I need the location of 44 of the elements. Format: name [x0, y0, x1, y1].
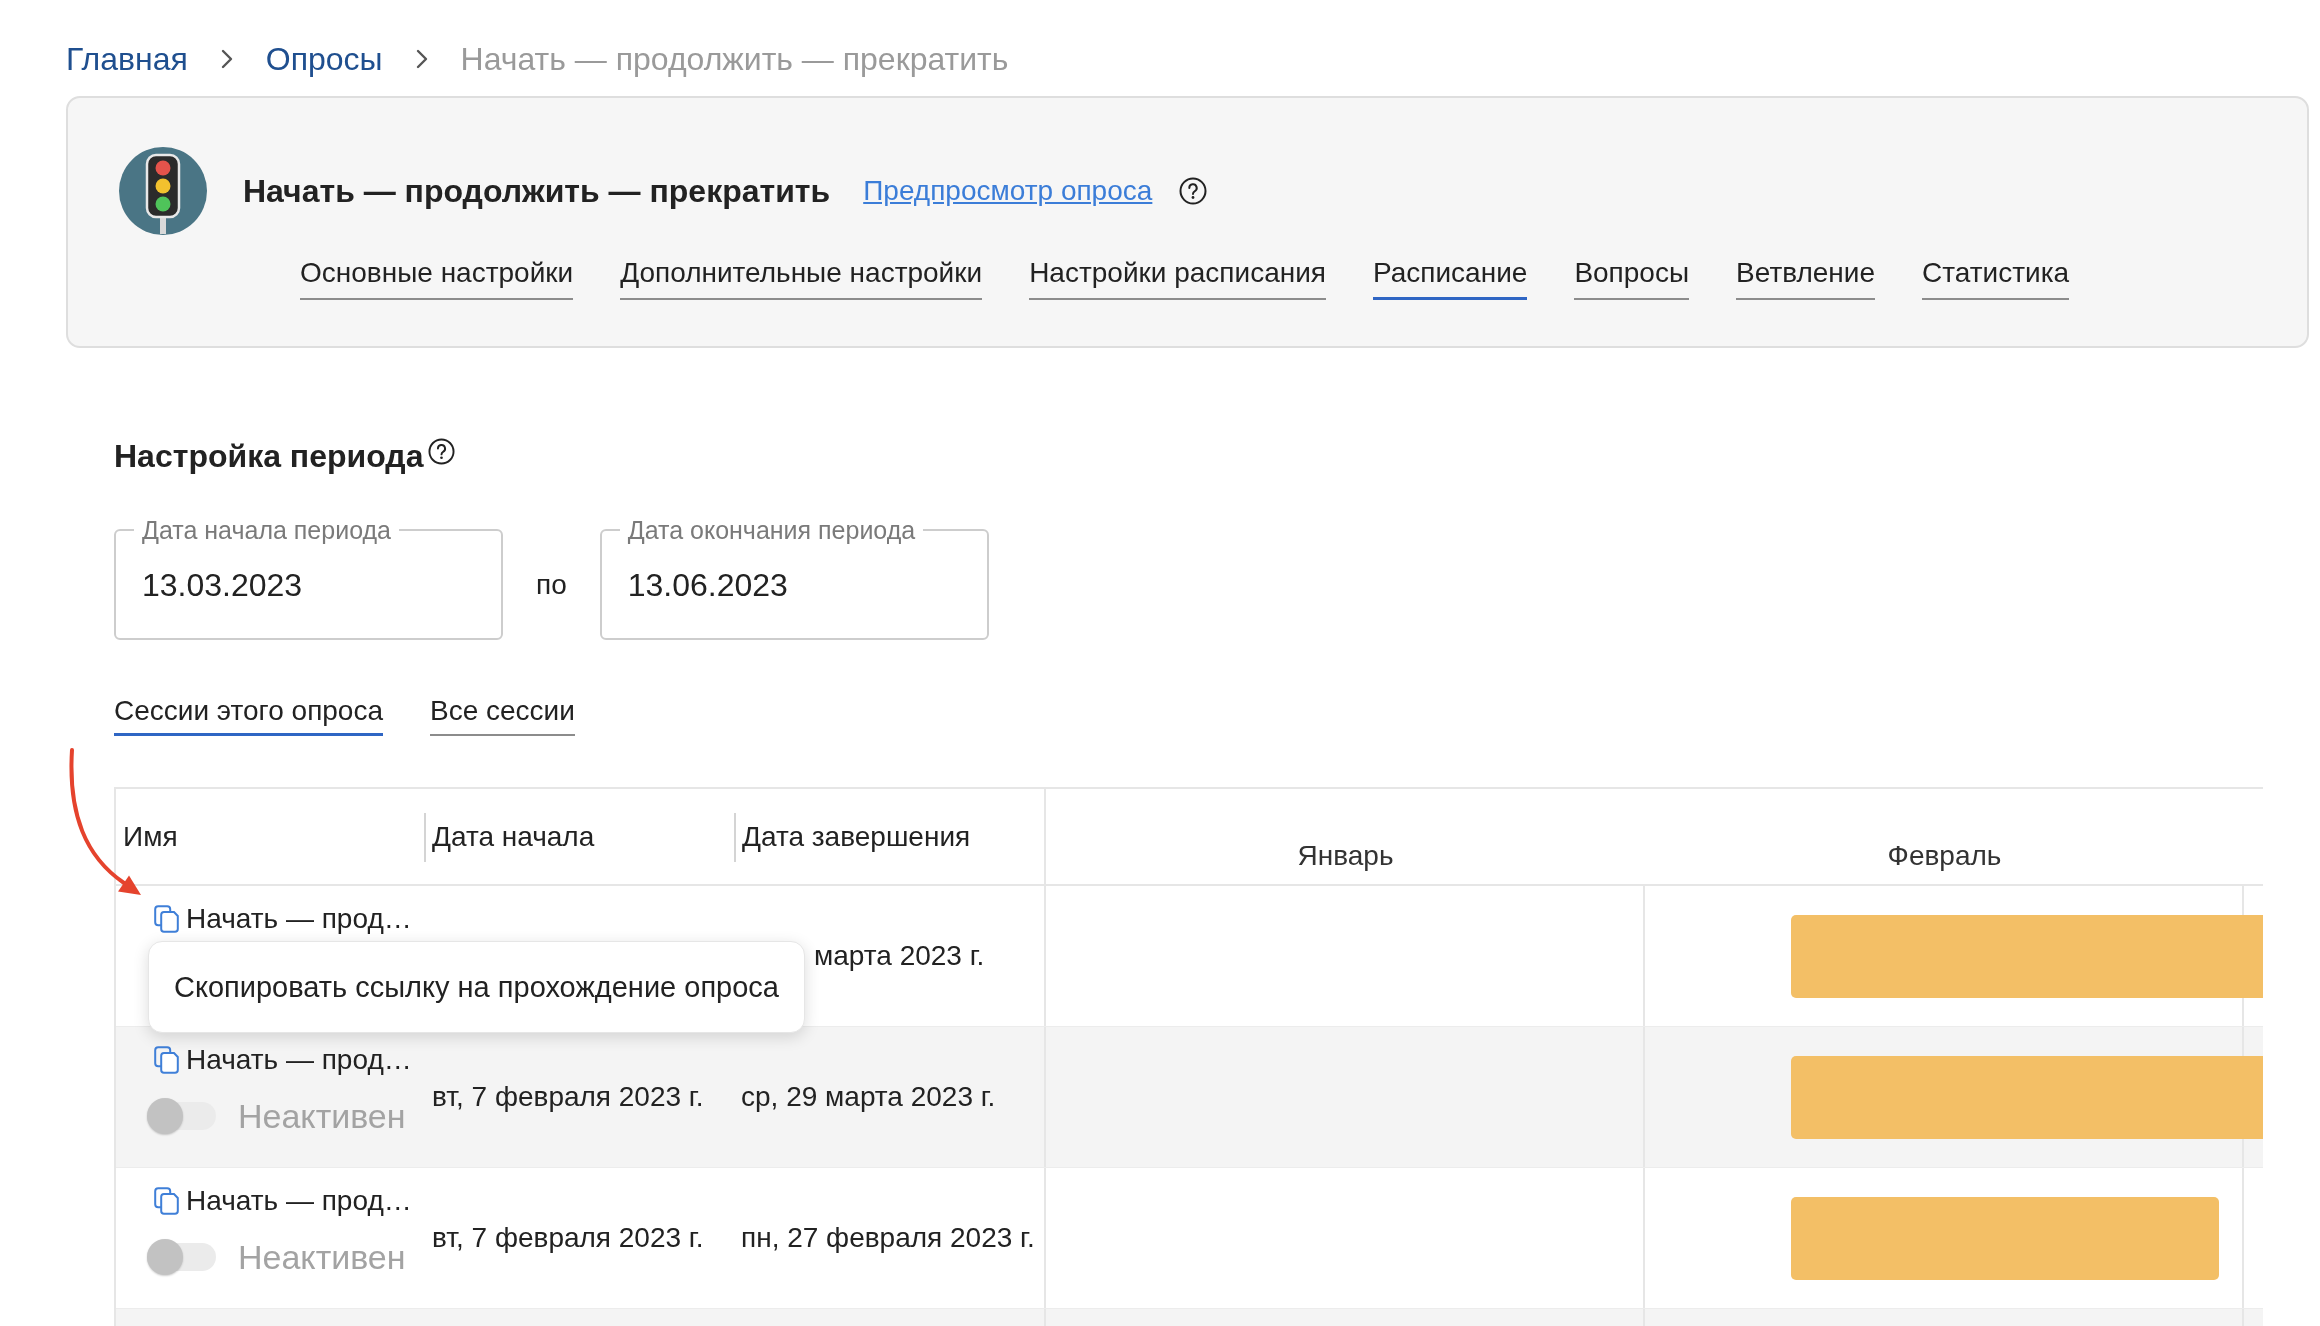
tab[interactable]: Расписание — [1373, 256, 1528, 300]
help-icon[interactable] — [428, 437, 456, 465]
tab[interactable]: Настройки расписания — [1029, 256, 1326, 300]
session-name[interactable]: Начать — прод… — [186, 1043, 412, 1077]
breadcrumb-link[interactable]: Опросы — [265, 41, 383, 77]
tab[interactable]: Ветвление — [1736, 256, 1876, 300]
range-separator: по — [536, 568, 567, 602]
end-date: ср, 29 марта 2023 г. — [741, 1081, 996, 1113]
copy-icon[interactable] — [154, 1187, 179, 1215]
tab[interactable]: Все сессии — [430, 694, 575, 736]
preview-link[interactable]: Предпросмотр опроса — [863, 174, 1153, 208]
column-header: Имя — [123, 820, 178, 853]
end-date: марта 2023 г. — [814, 940, 985, 972]
chevron-right-icon — [415, 49, 428, 69]
breadcrumb-current: Начать — продолжить — прекратить — [460, 41, 1009, 77]
chevron-right-icon — [220, 49, 233, 69]
month-header: Февраль — [1887, 840, 2002, 872]
tab[interactable]: Статистика — [1922, 256, 2070, 300]
tab[interactable]: Сессии этого опроса — [114, 694, 383, 736]
end-date: пн, 27 февраля 2023 г. — [741, 1222, 1035, 1254]
month-header: Январь — [1297, 840, 1394, 872]
survey-title: Начать — продолжить — прекратить — [243, 172, 831, 210]
copy-icon[interactable] — [154, 905, 179, 933]
breadcrumb-link[interactable]: Главная — [66, 41, 188, 77]
tooltip: Скопировать ссылку на прохождение опроса — [148, 941, 805, 1033]
column-header: Дата начала — [432, 820, 595, 853]
date-field[interactable]: Дата начала периода 13.03.2023 — [114, 517, 503, 640]
session-name[interactable]: Начать — прод… — [186, 1184, 412, 1218]
status-label: Неактивен — [238, 1096, 406, 1136]
session-name[interactable]: Начать — прод… — [186, 902, 412, 936]
toggle-switch[interactable] — [147, 1239, 216, 1275]
tab[interactable]: Вопросы — [1574, 256, 1690, 300]
column-header: Дата завершения — [742, 820, 971, 853]
tab[interactable]: Основные настройки — [300, 256, 574, 300]
section-title: Настройка периода — [114, 437, 424, 475]
status-label: Неактивен — [238, 1237, 406, 1277]
start-date: вт, 7 февраля 2023 г. — [432, 1222, 704, 1254]
tab[interactable]: Дополнительные настройки — [620, 256, 983, 300]
traffic-light-icon — [119, 147, 207, 235]
start-date: вт, 7 февраля 2023 г. — [432, 1081, 704, 1113]
copy-icon[interactable] — [154, 1046, 179, 1074]
date-field[interactable]: Дата окончания периода 13.06.2023 — [599, 517, 989, 640]
toggle-switch[interactable] — [147, 1098, 216, 1134]
help-icon[interactable] — [1179, 177, 1208, 205]
